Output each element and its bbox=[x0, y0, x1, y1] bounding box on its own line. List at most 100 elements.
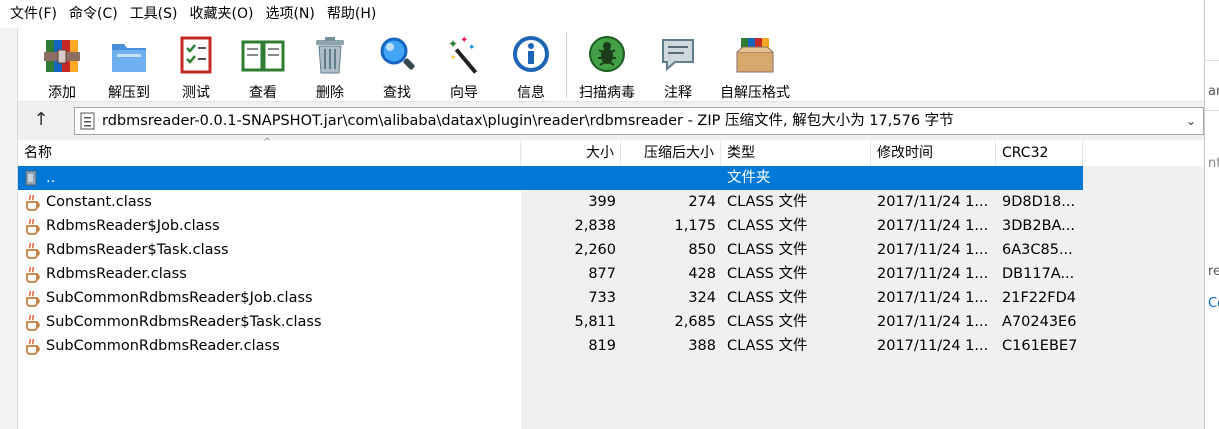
file-name: SubCommonRdbmsReader$Task.class bbox=[46, 314, 322, 330]
file-packed-size: 388 bbox=[688, 338, 716, 354]
address-field[interactable]: rdbmsreader-0.0.1-SNAPSHOT.jar\com\aliba… bbox=[74, 107, 1204, 135]
file-name: .. bbox=[46, 170, 56, 186]
test-label: 测试 bbox=[182, 85, 210, 101]
column-size[interactable]: 大小 bbox=[521, 140, 621, 166]
java-class-file-icon bbox=[26, 194, 40, 211]
extract-to-label: 解压到 bbox=[108, 85, 150, 101]
up-arrow-icon[interactable]: ↑ bbox=[30, 109, 52, 131]
file-row[interactable]: RdbmsReader$Job.class 2,838 1,175 CLASS … bbox=[18, 214, 1083, 238]
column-type[interactable]: 类型 bbox=[721, 140, 871, 166]
file-type: CLASS 文件 bbox=[727, 194, 808, 210]
background-window-left-edge bbox=[0, 26, 18, 429]
virus-scan-button[interactable]: 扫描病毒 bbox=[569, 32, 645, 101]
java-class-file-icon bbox=[26, 218, 40, 235]
menu-options[interactable]: 选项(N) bbox=[259, 0, 320, 28]
column-packed-size[interactable]: 压缩后大小 bbox=[621, 140, 721, 166]
file-type: CLASS 文件 bbox=[727, 290, 808, 306]
sfx-box-icon bbox=[736, 38, 774, 73]
file-size: 399 bbox=[588, 194, 616, 210]
file-name: RdbmsReader$Task.class bbox=[46, 242, 229, 258]
divider bbox=[1205, 110, 1219, 111]
wizard-button[interactable]: ✦ ✦ ✦ ✦ 向导 bbox=[431, 32, 497, 101]
svg-text:✦: ✦ bbox=[468, 43, 476, 53]
file-crc32: C161EBE7 bbox=[1002, 338, 1078, 354]
comment-icon bbox=[662, 39, 694, 72]
file-modified: 2017/11/24 1... bbox=[877, 218, 989, 234]
file-type: CLASS 文件 bbox=[727, 218, 808, 234]
file-type: CLASS 文件 bbox=[727, 242, 808, 258]
sfx-label: 自解压格式 bbox=[720, 85, 790, 101]
file-crc32: DB117A... bbox=[1002, 266, 1075, 282]
menu-tools[interactable]: 工具(S) bbox=[124, 0, 184, 28]
file-modified: 2017/11/24 1... bbox=[877, 290, 989, 306]
file-type: CLASS 文件 bbox=[727, 338, 808, 354]
divider bbox=[1205, 60, 1219, 61]
delete-label: 删除 bbox=[316, 85, 344, 101]
file-name: SubCommonRdbmsReader.class bbox=[46, 338, 280, 354]
file-row[interactable]: SubCommonRdbmsReader$Task.class 5,811 2,… bbox=[18, 310, 1083, 334]
file-packed-size: 2,685 bbox=[674, 314, 716, 330]
column-modified[interactable]: 修改时间 bbox=[871, 140, 996, 166]
view-button[interactable]: 查看 bbox=[230, 32, 296, 101]
address-bar-row: ↑ rdbmsreader-0.0.1-SNAPSHOT.jar\com\ali… bbox=[18, 103, 1204, 137]
background-window-strip: ar nts re Co bbox=[1204, 0, 1219, 429]
extract-to-button[interactable]: 解压到 bbox=[96, 32, 162, 101]
file-list: 名称 ^ 大小 压缩后大小 类型 修改时间 CRC32 .. 文件夹 Const… bbox=[18, 137, 1204, 429]
file-row[interactable]: SubCommonRdbmsReader$Job.class 733 324 C… bbox=[18, 286, 1083, 310]
file-crc32: 21F22FD4 bbox=[1002, 290, 1076, 306]
file-modified: 2017/11/24 1... bbox=[877, 338, 989, 354]
file-modified: 2017/11/24 1... bbox=[877, 266, 989, 282]
test-button[interactable]: 测试 bbox=[163, 32, 229, 101]
file-name: Constant.class bbox=[46, 194, 152, 210]
archive-file-icon bbox=[80, 112, 95, 130]
file-size: 5,811 bbox=[574, 314, 616, 330]
java-class-file-icon bbox=[26, 314, 40, 331]
file-size: 733 bbox=[588, 290, 616, 306]
file-row[interactable]: Constant.class 399 274 CLASS 文件 2017/11/… bbox=[18, 190, 1083, 214]
file-row[interactable]: RdbmsReader$Task.class 2,260 850 CLASS 文… bbox=[18, 238, 1083, 262]
menu-favorites[interactable]: 收藏夹(O) bbox=[184, 0, 260, 28]
menu-file[interactable]: 文件(F) bbox=[4, 0, 63, 28]
parent-folder-row[interactable]: .. 文件夹 bbox=[18, 166, 1083, 190]
comment-button[interactable]: 注释 bbox=[645, 32, 711, 101]
address-path-text: rdbmsreader-0.0.1-SNAPSHOT.jar\com\aliba… bbox=[102, 113, 954, 129]
file-row[interactable]: RdbmsReader.class 877 428 CLASS 文件 2017/… bbox=[18, 262, 1083, 286]
open-book-icon bbox=[241, 40, 285, 72]
folder-icon bbox=[112, 44, 146, 72]
menu-bar: 文件(F) 命令(C) 工具(S) 收藏夹(O) 选项(N) 帮助(H) bbox=[0, 0, 1204, 28]
delete-button[interactable]: 删除 bbox=[297, 32, 363, 101]
info-button[interactable]: 信息 bbox=[498, 32, 564, 101]
magnifier-icon bbox=[380, 37, 415, 70]
folder-up-icon bbox=[25, 170, 37, 186]
view-label: 查看 bbox=[249, 85, 277, 101]
column-crc32[interactable]: CRC32 bbox=[996, 140, 1083, 166]
file-crc32: 9D8D18... bbox=[1002, 194, 1076, 210]
file-packed-size: 850 bbox=[688, 242, 716, 258]
file-modified: 2017/11/24 1... bbox=[877, 242, 989, 258]
file-crc32: 3DB2BA... bbox=[1002, 218, 1076, 234]
sfx-button[interactable]: 自解压格式 bbox=[712, 32, 798, 101]
file-row[interactable]: SubCommonRdbmsReader.class 819 388 CLASS… bbox=[18, 334, 1083, 358]
find-button[interactable]: 查找 bbox=[364, 32, 430, 101]
comment-label: 注释 bbox=[664, 85, 692, 101]
find-label: 查找 bbox=[383, 85, 411, 101]
file-packed-size: 1,175 bbox=[674, 218, 716, 234]
add-label: 添加 bbox=[48, 85, 76, 101]
file-packed-size: 428 bbox=[688, 266, 716, 282]
background-text-fragment: nts bbox=[1208, 156, 1219, 171]
file-size: 819 bbox=[588, 338, 616, 354]
menu-commands[interactable]: 命令(C) bbox=[63, 0, 124, 28]
add-button[interactable]: 添加 bbox=[29, 32, 95, 101]
file-size: 2,838 bbox=[574, 218, 616, 234]
toolbar-separator bbox=[566, 32, 567, 98]
archive-books-icon bbox=[44, 40, 80, 72]
menu-help[interactable]: 帮助(H) bbox=[321, 0, 382, 28]
file-type: 文件夹 bbox=[727, 170, 771, 186]
magic-wand-icon: ✦ ✦ ✦ ✦ bbox=[448, 35, 478, 74]
background-text-fragment: ar bbox=[1208, 84, 1219, 99]
file-modified: 2017/11/24 1... bbox=[877, 314, 989, 330]
background-text-fragment: re bbox=[1208, 264, 1219, 279]
chevron-down-icon[interactable]: ⌄ bbox=[1181, 108, 1201, 134]
winrar-window: 文件(F) 命令(C) 工具(S) 收藏夹(O) 选项(N) 帮助(H) 添加 bbox=[0, 0, 1204, 429]
wizard-label: 向导 bbox=[450, 85, 478, 101]
